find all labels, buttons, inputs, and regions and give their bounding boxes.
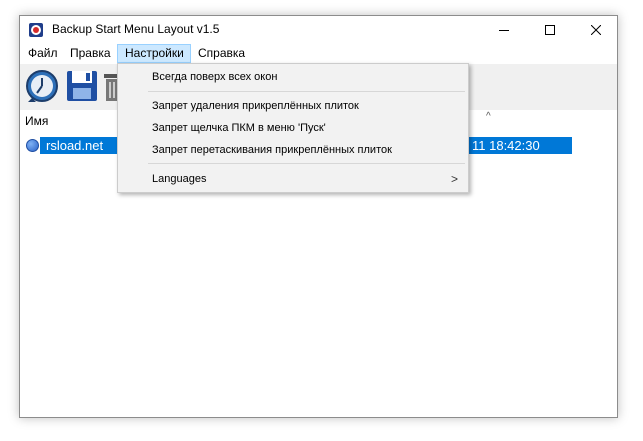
menu-separator: [148, 163, 465, 164]
window-title: Backup Start Menu Layout v1.5: [52, 22, 220, 36]
settings-dropdown-menu: Всегда поверх всех окон Запрет удаления …: [117, 63, 469, 193]
menu-settings[interactable]: Настройки: [117, 44, 191, 63]
backup-item-icon: [26, 139, 39, 152]
row-date: 11 18:42:30: [472, 138, 540, 153]
close-button[interactable]: [573, 16, 619, 44]
app-icon: [29, 23, 43, 37]
minimize-icon: [499, 30, 509, 31]
menu-item-label: Всегда поверх всех окон: [152, 71, 278, 83]
menu-item-label: Запрет щелчка ПКМ в меню 'Пуск': [152, 122, 326, 134]
menu-item-label: Запрет удаления прикреплённых плиток: [152, 100, 359, 112]
menu-help[interactable]: Справка: [191, 44, 252, 63]
restore-clock-icon[interactable]: [24, 68, 60, 104]
menu-item-label: Запрет перетаскивания прикреплённых плит…: [152, 144, 392, 156]
maximize-button[interactable]: [527, 16, 573, 44]
save-icon[interactable]: [64, 68, 100, 104]
maximize-icon: [545, 25, 555, 35]
menu-item-block-tile-drag[interactable]: Запрет перетаскивания прикреплённых плит…: [118, 139, 468, 161]
menu-item-block-right-click[interactable]: Запрет щелчка ПКМ в меню 'Пуск': [118, 117, 468, 139]
close-icon: [591, 25, 601, 35]
menu-separator: [148, 91, 465, 92]
menu-file[interactable]: Файл: [21, 44, 65, 63]
title-bar[interactable]: Backup Start Menu Layout v1.5: [20, 16, 617, 44]
menu-item-languages[interactable]: Languages >: [118, 168, 468, 190]
submenu-arrow-icon: >: [450, 172, 458, 186]
menu-item-label: Languages: [152, 173, 207, 185]
menu-item-block-tile-delete[interactable]: Запрет удаления прикреплённых плиток: [118, 95, 468, 117]
menu-bar: Файл Правка Настройки Справка: [20, 44, 617, 64]
row-name: rsload.net: [46, 138, 104, 153]
menu-edit[interactable]: Правка: [63, 44, 118, 63]
column-name-header[interactable]: Имя: [25, 114, 48, 128]
minimize-button[interactable]: [481, 16, 527, 44]
menu-item-always-on-top[interactable]: Всегда поверх всех окон: [118, 66, 468, 88]
sort-indicator: ^: [486, 111, 491, 122]
